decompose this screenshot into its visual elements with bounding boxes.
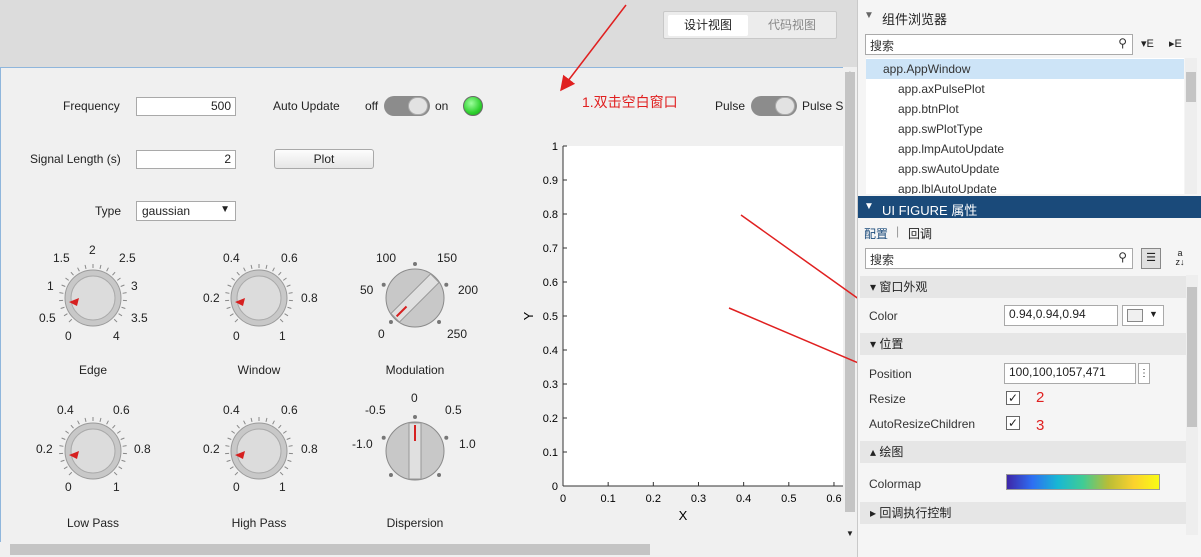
props-scrollbar[interactable] bbox=[1186, 275, 1198, 535]
arrow-1 bbox=[560, 4, 627, 92]
tab-divider: | bbox=[896, 224, 900, 238]
tree-item-axpulseplot[interactable]: app.axPulsePlot bbox=[898, 82, 985, 96]
tree-item-btnplot[interactable]: app.btnPlot bbox=[898, 102, 959, 116]
autoresize-checkbox[interactable]: ✓ bbox=[1006, 416, 1020, 430]
tree-scrollbar[interactable] bbox=[1185, 58, 1197, 194]
search-icon: ⚲ bbox=[1118, 36, 1127, 50]
section-callback-control-label: 回调执行控制 bbox=[879, 506, 952, 520]
browser-search-input[interactable]: 搜索 ⚲ bbox=[865, 34, 1133, 55]
collapse-icon[interactable]: ▼ bbox=[864, 10, 874, 21]
colormap-bar[interactable] bbox=[1006, 474, 1160, 490]
colormap-label: Colormap bbox=[869, 477, 922, 491]
side-panels: ▼ 组件浏览器 搜索 ⚲ ▾E ▸E app.AppWindow app.axP… bbox=[857, 0, 1201, 557]
props-search-placeholder: 搜索 bbox=[870, 253, 895, 267]
tree-item-lmpautoupdate[interactable]: app.lmpAutoUpdate bbox=[898, 142, 1004, 156]
autoresize-label: AutoResizeChildren bbox=[869, 417, 976, 431]
tab-callback[interactable]: 回调 bbox=[908, 225, 932, 242]
more-options-icon[interactable]: ⋮ bbox=[1138, 363, 1150, 384]
designer-area: 设计视图 代码视图 Frequency 500 Auto Update off … bbox=[0, 0, 999, 557]
component-tree: app.AppWindow app.axPulsePlot app.btnPlo… bbox=[866, 58, 1184, 194]
collapse-icon[interactable]: ▼ bbox=[864, 201, 874, 212]
section-appearance-label: 窗口外观 bbox=[879, 280, 928, 294]
tree-scroll-thumb[interactable] bbox=[1186, 72, 1196, 102]
section-appearance[interactable]: ▾ 窗口外观 bbox=[860, 276, 1186, 298]
search-icon: ⚲ bbox=[1118, 250, 1127, 264]
list-view-button[interactable]: ☰ bbox=[1141, 248, 1161, 269]
tree-item-swautoupdate[interactable]: app.swAutoUpdate bbox=[898, 162, 999, 176]
section-position-label: 位置 bbox=[879, 337, 904, 351]
annotation-step-2: 2 bbox=[1036, 389, 1045, 406]
section-plot[interactable]: ▴ 绘图 bbox=[860, 441, 1186, 463]
component-browser-title: 组件浏览器 bbox=[882, 12, 948, 27]
component-browser-header: ▼ 组件浏览器 bbox=[858, 8, 1201, 28]
color-field[interactable]: 0.94,0.94,0.94 bbox=[1004, 305, 1118, 326]
properties-title: UI FIGURE 属性 bbox=[882, 203, 978, 218]
resize-checkbox[interactable]: ✓ bbox=[1006, 391, 1020, 405]
position-label: Position bbox=[869, 367, 912, 381]
props-search-input[interactable]: 搜索 ⚲ bbox=[865, 248, 1133, 269]
color-picker-button[interactable]: ▼ bbox=[1122, 305, 1164, 326]
resize-label: Resize bbox=[869, 392, 906, 406]
section-plot-label: 绘图 bbox=[879, 445, 904, 459]
tab-config[interactable]: 配置 bbox=[864, 225, 888, 242]
props-scroll-thumb[interactable] bbox=[1187, 287, 1197, 427]
section-callback-control[interactable]: ▸ 回调执行控制 bbox=[860, 502, 1186, 524]
color-label: Color bbox=[869, 309, 898, 323]
tree-item-swplottype[interactable]: app.swPlotType bbox=[898, 122, 983, 136]
annotation-step-3: 3 bbox=[1036, 417, 1045, 434]
properties-list: ▾ 窗口外观 Color 0.94,0.94,0.94 ▼ ▾ 位置 Posit… bbox=[858, 275, 1201, 535]
sort-az-icon[interactable]: a z↓ bbox=[1169, 248, 1191, 269]
section-position[interactable]: ▾ 位置 bbox=[860, 333, 1186, 355]
browser-search-placeholder: 搜索 bbox=[870, 39, 895, 53]
annotation-step-1: 1.双击空白窗口 bbox=[582, 94, 678, 110]
chevron-down-icon: ▼ bbox=[1149, 309, 1158, 319]
properties-header: ▼ UI FIGURE 属性 bbox=[858, 196, 1201, 218]
position-field[interactable]: 100,100,1057,471 bbox=[1004, 363, 1136, 384]
tree-item-appwindow[interactable]: app.AppWindow bbox=[883, 62, 970, 76]
color-swatch bbox=[1127, 309, 1143, 322]
tree-item-lblautoupdate[interactable]: app.lblAutoUpdate bbox=[898, 182, 997, 194]
tree-view-icon[interactable]: ▾E bbox=[1141, 37, 1154, 50]
list-view-icon[interactable]: ▸E bbox=[1169, 37, 1182, 50]
